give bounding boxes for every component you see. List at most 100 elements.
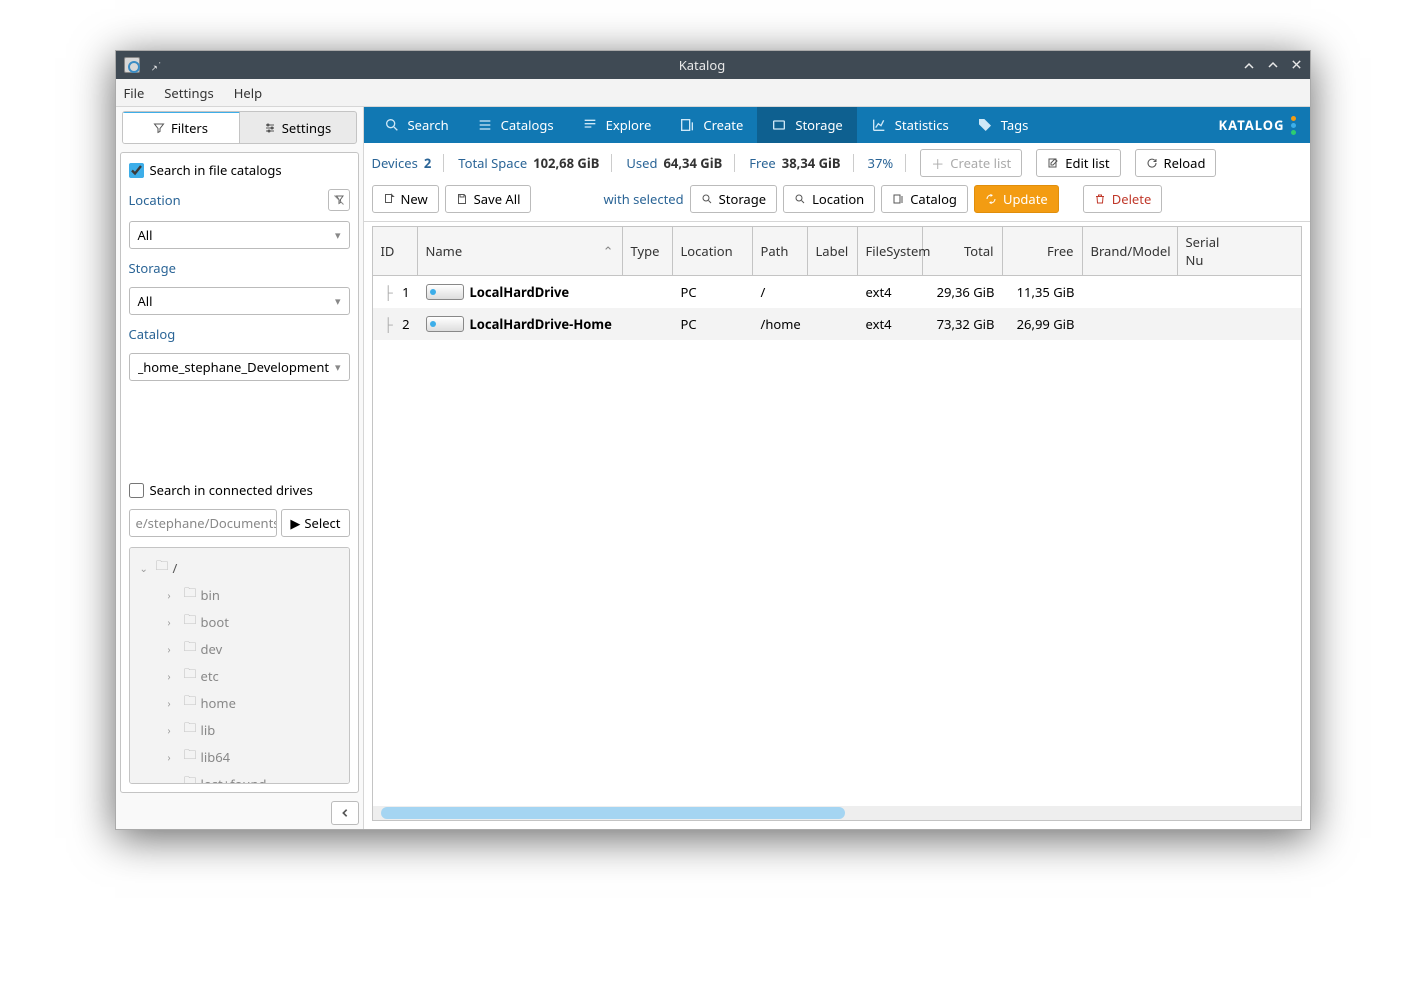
th-name[interactable]: Name⌃ xyxy=(418,227,623,275)
folder-icon: 🗀 xyxy=(156,556,169,579)
catalog-section-label: Catalog xyxy=(129,325,350,343)
expand-icon[interactable]: › xyxy=(168,588,180,602)
maximize-icon[interactable] xyxy=(1267,59,1279,71)
tab-tags-label: Tags xyxy=(1001,116,1029,134)
sidebar-tab-settings[interactable]: Settings xyxy=(240,112,356,143)
expand-icon[interactable]: › xyxy=(168,750,180,764)
table-row[interactable]: ├1LocalHardDrivePC/ext429,36 GiB11,35 Gi… xyxy=(373,276,1301,308)
close-icon[interactable] xyxy=(1291,59,1302,71)
storage-combo[interactable]: All ▾ xyxy=(129,287,350,315)
search-storage-button[interactable]: Storage xyxy=(690,185,777,213)
update-button[interactable]: Update xyxy=(974,185,1059,213)
tree-item-label: dev xyxy=(201,640,223,658)
horizontal-scrollbar[interactable] xyxy=(373,806,1301,820)
th-filesystem[interactable]: FileSystem xyxy=(858,227,923,275)
storage-label: Storage xyxy=(129,259,176,277)
menu-help[interactable]: Help xyxy=(234,84,262,102)
collapse-sidebar-button[interactable] xyxy=(331,801,359,825)
tree-item[interactable]: ›🗀lib xyxy=(136,716,343,743)
th-label[interactable]: Label xyxy=(808,227,858,275)
new-icon xyxy=(383,193,395,205)
tree-root[interactable]: ⌄ 🗀 / xyxy=(136,554,343,581)
catalog-label: Catalog xyxy=(129,325,176,343)
folder-icon: 🗀 xyxy=(184,637,197,660)
tab-create[interactable]: Create xyxy=(665,107,757,143)
tree-item[interactable]: ›🗀lib64 xyxy=(136,743,343,770)
pin-icon[interactable] xyxy=(150,59,162,71)
storage-icon xyxy=(771,117,787,133)
expand-icon[interactable]: › xyxy=(168,777,180,785)
th-path[interactable]: Path xyxy=(753,227,808,275)
menu-file[interactable]: File xyxy=(124,84,145,102)
tree-item-label: boot xyxy=(201,613,229,631)
save-all-button[interactable]: Save All xyxy=(445,185,532,213)
update-label: Update xyxy=(1003,190,1048,208)
select-path-button[interactable]: ▶ Select xyxy=(281,509,349,537)
tab-storage[interactable]: Storage xyxy=(757,107,856,143)
tree-item[interactable]: ›🗀bin xyxy=(136,581,343,608)
tab-catalogs[interactable]: Catalogs xyxy=(463,107,568,143)
tree-item[interactable]: ›🗀home xyxy=(136,689,343,716)
search-storage-label: Storage xyxy=(719,190,766,208)
catalog-button[interactable]: Catalog xyxy=(881,185,968,213)
tab-statistics-label: Statistics xyxy=(895,116,949,134)
search-catalogs-checkbox[interactable] xyxy=(129,163,144,178)
edit-list-button[interactable]: Edit list xyxy=(1036,149,1120,177)
tab-search[interactable]: Search xyxy=(370,107,463,143)
expand-icon[interactable]: › xyxy=(168,615,180,629)
tab-tags[interactable]: Tags xyxy=(963,107,1043,143)
tab-catalogs-label: Catalogs xyxy=(501,116,554,134)
expand-icon[interactable]: › xyxy=(168,723,180,737)
th-serial[interactable]: Serial Nu xyxy=(1178,227,1238,275)
catalog-combo[interactable]: _home_stephane_Development ▾ xyxy=(129,353,350,381)
tab-explore[interactable]: Explore xyxy=(568,107,666,143)
reload-button[interactable]: Reload xyxy=(1135,149,1217,177)
collapse-icon[interactable]: ⌄ xyxy=(140,561,152,575)
create-list-button[interactable]: ＋Create list xyxy=(920,149,1022,177)
expand-icon[interactable]: › xyxy=(168,669,180,683)
table-header: ID Name⌃ Type Location Path Label FileSy… xyxy=(373,227,1301,276)
refresh-icon xyxy=(985,193,997,205)
th-type[interactable]: Type xyxy=(623,227,673,275)
th-id[interactable]: ID xyxy=(373,227,418,275)
tree-item[interactable]: ›🗀boot xyxy=(136,608,343,635)
storage-combo-value: All xyxy=(138,292,153,310)
minimize-icon[interactable] xyxy=(1243,59,1255,71)
th-free[interactable]: Free xyxy=(1003,227,1083,275)
search-drives-checkbox[interactable] xyxy=(129,483,144,498)
folder-icon: 🗀 xyxy=(184,691,197,714)
used-label: Used xyxy=(626,154,657,172)
drive-path-input[interactable]: e/stephane/Documents xyxy=(129,509,278,537)
save-all-label: Save All xyxy=(474,190,521,208)
folder-icon: 🗀 xyxy=(184,664,197,687)
app-window: Katalog File Settings Help Filters Setti… xyxy=(115,50,1311,830)
delete-label: Delete xyxy=(1112,190,1152,208)
main-tabs: Search Catalogs Explore Create Storage S… xyxy=(364,107,1310,143)
reload-icon xyxy=(1146,157,1158,169)
th-location[interactable]: Location xyxy=(673,227,753,275)
total-space-label: Total Space xyxy=(458,154,527,172)
tree-item[interactable]: › 🗀dev xyxy=(136,635,343,662)
delete-button[interactable]: Delete xyxy=(1083,185,1163,213)
expand-icon[interactable]: › xyxy=(168,696,180,710)
table-row[interactable]: ├2LocalHardDrive-HomePC/homeext473,32 Gi… xyxy=(373,308,1301,340)
search-drives-label: Search in connected drives xyxy=(150,481,313,499)
expand-icon[interactable]: › xyxy=(168,642,180,656)
location-section-label: Location xyxy=(129,189,350,211)
tree-item[interactable]: ›🗀etc xyxy=(136,662,343,689)
tree-item[interactable]: ›🗀lost+found xyxy=(136,770,343,784)
tab-statistics[interactable]: Statistics xyxy=(857,107,963,143)
menu-settings[interactable]: Settings xyxy=(164,84,213,102)
new-button[interactable]: New xyxy=(372,185,439,213)
location-combo[interactable]: All ▾ xyxy=(129,221,350,249)
free-label: Free xyxy=(749,154,776,172)
clear-filter-button[interactable] xyxy=(328,189,350,211)
window-controls xyxy=(1243,59,1302,71)
th-brand[interactable]: Brand/Model xyxy=(1083,227,1178,275)
sidebar-tab-filters[interactable]: Filters xyxy=(123,111,240,143)
percent-value: 37% xyxy=(868,154,894,172)
filesystem-tree[interactable]: ⌄ 🗀 / ›🗀bin›🗀boot›🗀dev›🗀etc›🗀home›🗀lib›🗀… xyxy=(129,547,350,784)
th-total[interactable]: Total xyxy=(923,227,1003,275)
search-location-button[interactable]: Location xyxy=(783,185,875,213)
search-icon xyxy=(384,117,400,133)
